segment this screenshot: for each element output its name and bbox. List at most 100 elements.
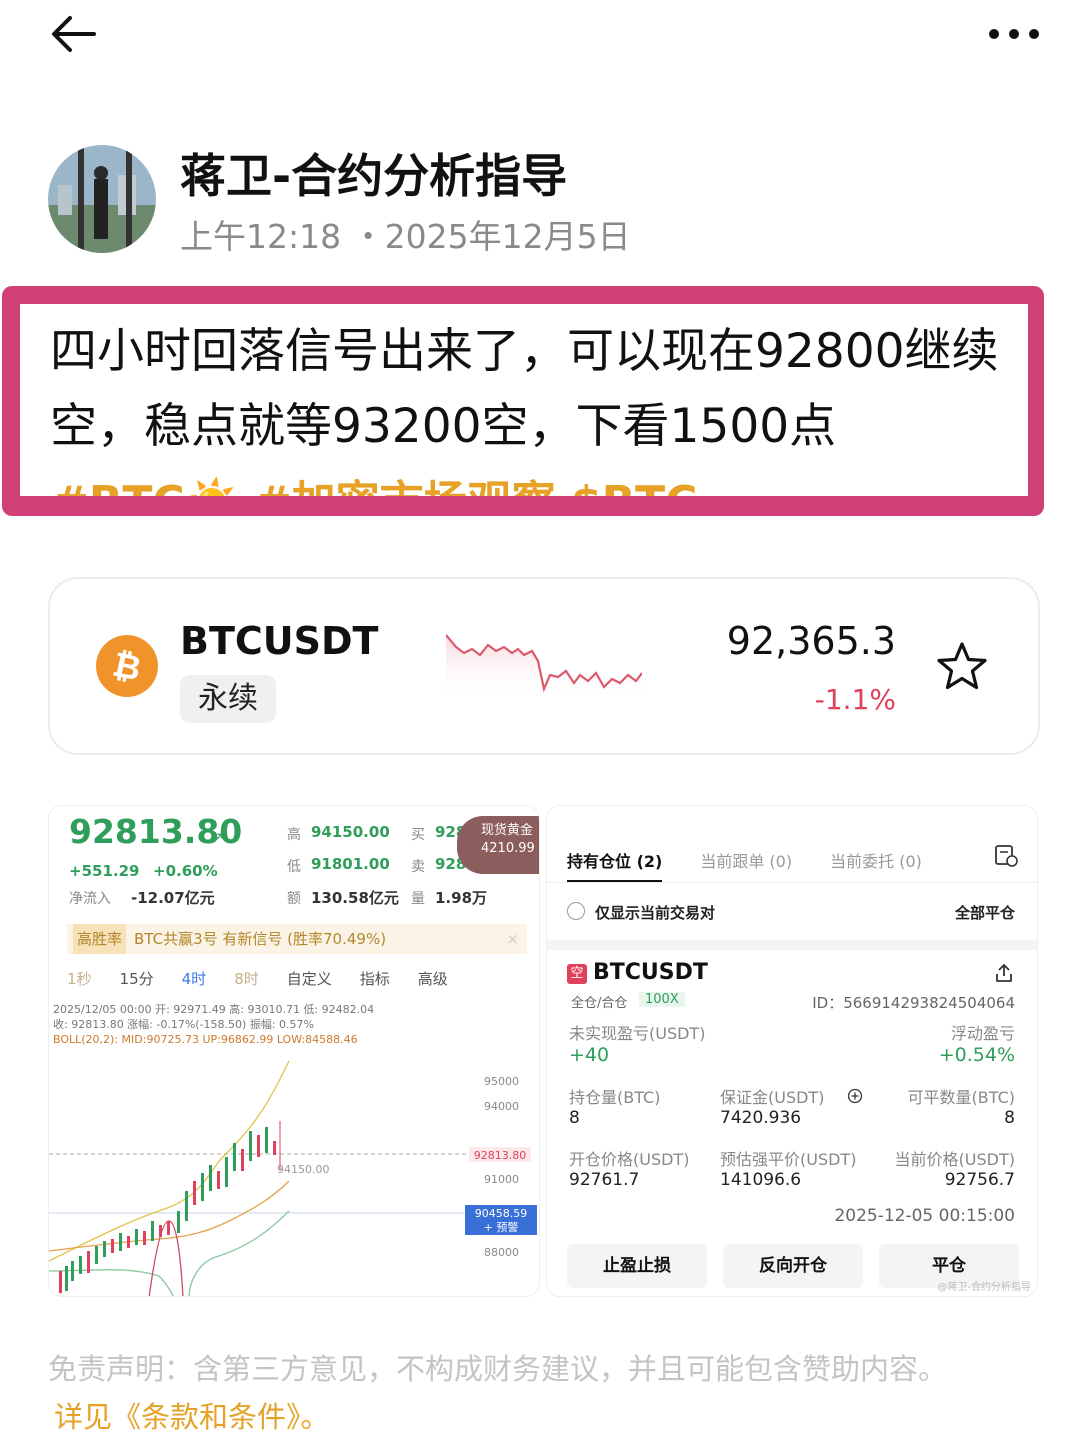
- cs-low-value: 91801.00: [311, 855, 390, 873]
- more-dots-icon[interactable]: [984, 22, 1044, 46]
- cs-low-label: 低: [287, 859, 301, 875]
- closable-value: 8: [1004, 1108, 1015, 1128]
- post-body: 四小时回落信号出来了，可以现在92800继续空，稳点就等93200空，下看150…: [20, 304, 1028, 496]
- tab-positions[interactable]: 持有仓位 (2): [567, 848, 663, 883]
- close-all-button[interactable]: 全部平仓: [955, 902, 1015, 923]
- cs-volume-value: 1.98万: [435, 889, 488, 907]
- avatar[interactable]: [48, 145, 156, 253]
- unrealized-value: +40: [569, 1044, 610, 1066]
- mark-label: 当前价格(USDT): [894, 1150, 1015, 1169]
- entry-label: 开仓价格(USDT): [569, 1150, 690, 1169]
- cs-buy-label: 买: [411, 827, 425, 843]
- candlestick-chart[interactable]: 94150.00 96000 95000 94000 92000 91000 8…: [49, 1061, 540, 1297]
- trend-arrow-icon: ↗: [211, 828, 225, 847]
- interval-tabs: 1秒 15分 4时 8时 自定义 指标 高级: [67, 968, 476, 989]
- highlight-frame: 四小时回落信号出来了，可以现在92800继续空，稳点就等93200空，下看150…: [2, 286, 1044, 516]
- leverage-badge: 100X: [639, 992, 685, 1007]
- author-name[interactable]: 蒋卫-合约分析指导: [180, 140, 567, 206]
- tab-4h[interactable]: 4时: [182, 968, 207, 989]
- close-icon[interactable]: ×: [506, 924, 519, 954]
- cs-high-label: 高: [287, 827, 301, 843]
- ticker-symbol: BTCUSDT: [180, 619, 379, 663]
- tab-indicators[interactable]: 指标: [360, 968, 390, 989]
- axis-label-95000: 95000: [484, 1075, 519, 1088]
- post-text: 四小时回落信号出来了，可以现在92800继续空，稳点就等93200空，下看150…: [50, 324, 999, 454]
- alert-button[interactable]: + 预警: [484, 1220, 519, 1234]
- share-icon[interactable]: [993, 962, 1015, 984]
- arrow-left-icon[interactable]: [48, 12, 100, 56]
- price-sparkline: [446, 634, 642, 701]
- gold-value: 4210.99: [481, 841, 535, 856]
- post-time: 上午12:18: [180, 217, 342, 256]
- margin-mode: 全仓/合仓: [571, 996, 628, 1011]
- add-margin-icon[interactable]: [847, 1088, 863, 1104]
- mark-value: 92756.7: [944, 1170, 1015, 1190]
- top-bar: [0, 0, 1088, 80]
- tp-sl-button[interactable]: 止盈止损: [567, 1244, 707, 1288]
- position-screenshot: 持有仓位 (2) 当前跟单 (0) 当前委托 (0) 仅显示当前交易对 全部平仓 空…: [546, 805, 1038, 1297]
- order-history-icon[interactable]: [993, 842, 1019, 868]
- cs-volume-label: 量: [411, 891, 425, 907]
- cs-amount-value: 130.58亿元: [311, 889, 399, 907]
- tab-15m[interactable]: 15分: [120, 968, 154, 989]
- alert-price: 90458.59: [475, 1207, 528, 1220]
- section-divider: [547, 940, 1037, 950]
- bitcoin-icon: ₿: [96, 635, 158, 697]
- short-badge: 空: [567, 964, 587, 984]
- floating-value: +0.54%: [938, 1044, 1015, 1066]
- post-date: 2025年12月5日: [384, 217, 631, 256]
- contract-type-tag: 永续: [180, 675, 276, 723]
- axis-label-91000: 91000: [484, 1173, 519, 1186]
- only-current-label[interactable]: 仅显示当前交易对: [595, 902, 715, 923]
- closable-label: 可平数量(BTC): [907, 1088, 1015, 1107]
- high-marker-label: 94150.00: [277, 1163, 330, 1176]
- boll-info-line: BOLL(20,2): MID:90725.73 UP:96862.99 LOW…: [53, 1033, 358, 1046]
- reverse-button[interactable]: 反向开仓: [723, 1244, 863, 1288]
- post-meta: 上午12:18 ・2025年12月5日: [180, 210, 631, 258]
- watermark: @蒋卫-合约分析指导: [937, 1282, 1031, 1293]
- cs-change-pct: +0.60%: [153, 862, 218, 880]
- chart-screenshot: 92813.80 ↗ +551.29 +0.60% 净流入 -12.07亿元 高…: [48, 805, 540, 1297]
- floating-label: 浮动盈亏: [950, 1024, 1015, 1043]
- signal-banner[interactable]: 高胜率 BTC共赢3号 有新信号 (胜率70.49%) ×: [67, 924, 527, 954]
- cs-high-value: 94150.00: [311, 823, 390, 841]
- ticker-price: 92,365.3: [726, 619, 896, 663]
- signal-text: BTC共赢3号 有新信号 (胜率70.49%): [134, 930, 387, 948]
- cs-inflow-value: -12.07亿元: [131, 889, 215, 907]
- cs-change: +551.29: [69, 862, 140, 880]
- cs-inflow-label: 净流入: [69, 891, 111, 907]
- candle-info-line1: 2025/12/05 00:00 开: 92971.49 高: 93010.71…: [53, 1003, 375, 1016]
- liq-value: 141096.6: [720, 1170, 802, 1190]
- tab-custom[interactable]: 自定义: [287, 968, 332, 989]
- position-id[interactable]: ID：566914293824504064: [812, 992, 1015, 1013]
- unrealized-label: 未实现盈亏(USDT): [569, 1024, 706, 1043]
- position-symbol: BTCUSDT: [593, 960, 708, 985]
- tab-advanced[interactable]: 高级: [418, 968, 448, 989]
- ticker-change: -1.1%: [814, 683, 896, 716]
- margin-label: 保证金(USDT): [720, 1088, 825, 1107]
- margin-value: 7420.936: [720, 1108, 802, 1128]
- size-label: 持仓量(BTC): [569, 1088, 661, 1107]
- gold-price-popup[interactable]: 现货黄金 4210.99: [457, 816, 539, 874]
- terms-link[interactable]: 详见《条款和条件》。: [54, 1394, 330, 1436]
- meta-separator: ・: [351, 217, 385, 256]
- post-tags[interactable]: #BTC☀️ #加密市场观察 $BTC: [52, 466, 697, 496]
- last-price-tag: 92813.80: [474, 1149, 527, 1162]
- radio-only-current[interactable]: [567, 902, 585, 920]
- disclaimer: 免责声明：含第三方意见，不构成财务建议，并且可能包含赞助内容。: [48, 1352, 948, 1386]
- tabs-divider: [547, 882, 1037, 883]
- position-tabs: 持有仓位 (2) 当前跟单 (0) 当前委托 (0): [567, 848, 960, 883]
- ticker-card[interactable]: ₿ BTCUSDT 永续 92,365.3 -1.1%: [48, 577, 1040, 755]
- tab-copy-trades[interactable]: 当前跟单 (0): [700, 848, 792, 872]
- tab-8h[interactable]: 8时: [234, 968, 259, 989]
- cs-amount-label: 额: [287, 891, 301, 907]
- tab-1s[interactable]: 1秒: [67, 968, 92, 989]
- position-time: 2025-12-05 00:15:00: [834, 1206, 1015, 1226]
- size-value: 8: [569, 1108, 580, 1128]
- star-outline-icon[interactable]: [934, 639, 990, 695]
- candle-info: 2025/12/05 00:00 开: 92971.49 高: 93010.71…: [53, 1002, 374, 1047]
- axis-label-96000: 96000: [484, 1061, 519, 1063]
- tab-open-orders[interactable]: 当前委托 (0): [830, 848, 922, 872]
- liq-label: 预估强平价(USDT): [720, 1150, 857, 1169]
- cs-sell-label: 卖: [411, 859, 425, 875]
